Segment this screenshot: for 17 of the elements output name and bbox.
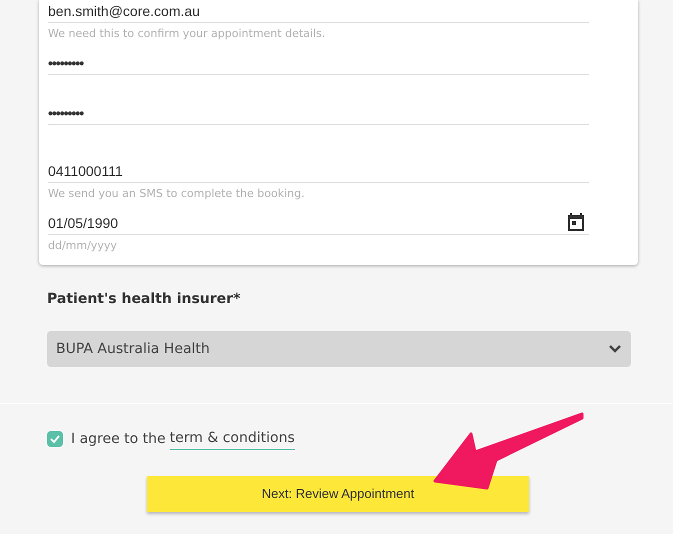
insurer-select[interactable]: BUPA Australia Health (47, 331, 631, 367)
next-button[interactable]: Next: Review Appointment (147, 476, 529, 512)
agree-label: I agree to the (71, 430, 166, 448)
input-field[interactable]: ••••••••• (48, 103, 589, 124)
check-icon (49, 433, 61, 445)
input-field[interactable]: ••••••••• (48, 53, 589, 74)
checkbox[interactable] (47, 431, 63, 447)
helper-text: We need this to confirm your appointment details. (48, 27, 326, 41)
helper-text: dd/mm/yyyy (48, 239, 118, 253)
input-field[interactable]: ben.smith@core.com.au (48, 1, 589, 22)
chevron-down-icon (608, 344, 622, 354)
calendar-icon[interactable] (567, 212, 585, 232)
terms-link[interactable]: term & conditions (170, 428, 295, 450)
helper-text: We send you an SMS to complete the booking. (48, 187, 306, 201)
input-field[interactable]: 01/05/1990 (48, 213, 567, 234)
input-field[interactable]: 0411000111 (48, 161, 589, 182)
field-label: Patient's health insurer* (47, 290, 242, 309)
